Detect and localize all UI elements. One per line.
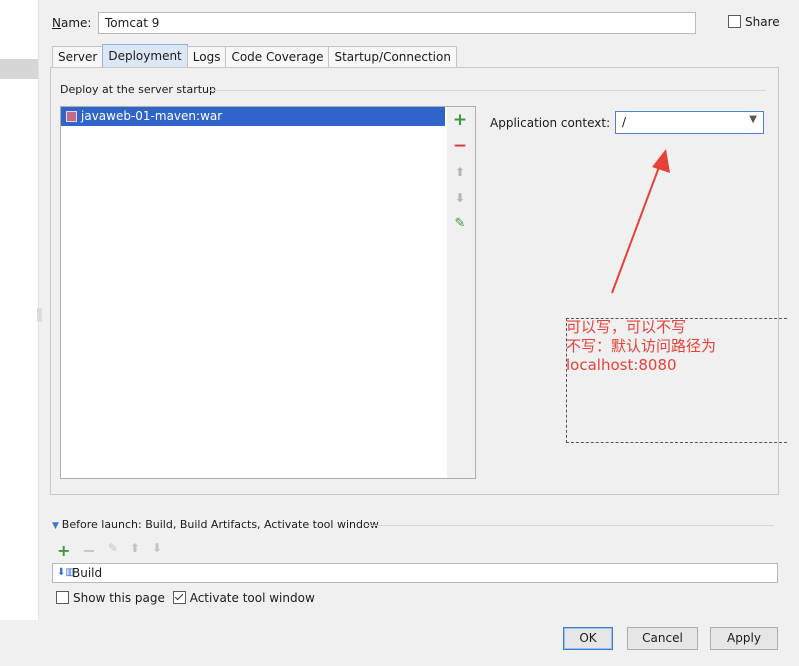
remove-icon[interactable]: − bbox=[82, 541, 95, 560]
ok-button[interactable]: OK bbox=[563, 627, 613, 650]
share-label: Share bbox=[745, 15, 780, 29]
tab-server[interactable]: Server bbox=[52, 46, 104, 67]
chevron-down-icon[interactable]: ▼ bbox=[749, 114, 757, 125]
tab-logs[interactable]: Logs bbox=[186, 46, 227, 67]
deploy-group-title: Deploy at the server startup bbox=[60, 83, 217, 96]
name-label: Name: bbox=[52, 16, 92, 30]
share-checkbox-box[interactable] bbox=[728, 15, 741, 28]
edit-icon[interactable]: ✎ bbox=[108, 541, 118, 560]
add-icon[interactable]: + bbox=[57, 541, 70, 560]
before-launch-list[interactable]: ⬇▥ Build bbox=[52, 563, 778, 583]
before-launch-header[interactable]: ▼ Before launch: Build, Build Artifacts,… bbox=[52, 518, 379, 531]
edit-icon[interactable]: ✎ bbox=[452, 216, 468, 232]
move-down-icon[interactable]: ⬇ bbox=[452, 190, 468, 206]
before-launch-divider bbox=[368, 525, 774, 526]
annotation-line-3: localhost:8080 bbox=[566, 356, 677, 374]
annotation-line-2: 不写：默认访问路径为 bbox=[566, 337, 717, 355]
annotation-arrow bbox=[611, 149, 670, 294]
deploy-group-divider bbox=[208, 90, 766, 91]
name-field-value: Tomcat 9 bbox=[105, 16, 160, 30]
tab-code-coverage[interactable]: Code Coverage bbox=[225, 46, 330, 67]
artifact-label: javaweb-01-maven:war bbox=[81, 109, 223, 123]
apply-button[interactable]: Apply bbox=[710, 627, 778, 650]
application-context-label: Application context: bbox=[490, 116, 611, 130]
annotation-text: 可以写，可以不写 不写：默认访问路径为 localhost:8080 bbox=[566, 318, 716, 375]
artifact-list-item[interactable]: javaweb-01-maven:war bbox=[61, 107, 445, 126]
artifact-toolbar: + − ⬆ ⬇ ✎ bbox=[447, 106, 476, 479]
artifact-icon bbox=[66, 111, 77, 122]
configurations-tree[interactable] bbox=[0, 0, 39, 620]
add-icon[interactable]: + bbox=[452, 112, 468, 129]
share-checkbox[interactable]: Share bbox=[728, 15, 780, 29]
splitter-handle[interactable] bbox=[37, 308, 42, 322]
before-launch-title: Before launch: Build, Build Artifacts, A… bbox=[61, 518, 379, 531]
cancel-button[interactable]: Cancel bbox=[627, 627, 698, 650]
application-context-combobox[interactable]: / ▼ bbox=[615, 111, 764, 134]
tab-bar: Server Deployment Logs Code Coverage Sta… bbox=[52, 44, 457, 68]
collapse-triangle-icon[interactable]: ▼ bbox=[52, 521, 62, 531]
tab-deployment[interactable]: Deployment bbox=[102, 44, 188, 67]
name-label-rest: ame: bbox=[60, 16, 92, 30]
move-up-icon[interactable]: ⬆ bbox=[452, 164, 468, 180]
show-page-label: Show this page bbox=[73, 591, 165, 605]
move-up-icon[interactable]: ⬆ bbox=[130, 541, 140, 560]
before-launch-item[interactable]: Build bbox=[72, 566, 102, 580]
before-launch-toolbar: + − ✎ ⬆ ⬇ bbox=[57, 541, 162, 560]
name-field[interactable]: Tomcat 9 bbox=[98, 12, 696, 34]
remove-icon[interactable]: − bbox=[452, 138, 468, 155]
activate-tool-window-label: Activate tool window bbox=[189, 591, 315, 605]
application-context-value: / bbox=[622, 115, 627, 129]
tab-startup-connection[interactable]: Startup/Connection bbox=[328, 46, 457, 67]
artifact-list[interactable] bbox=[60, 106, 448, 479]
move-down-icon[interactable]: ⬇ bbox=[152, 541, 162, 560]
show-page-checkbox[interactable] bbox=[56, 591, 69, 604]
annotation-line-1: 可以写，可以不写 bbox=[566, 318, 687, 336]
configurations-tree-selected-row[interactable] bbox=[0, 59, 38, 79]
activate-tool-window-checkbox[interactable] bbox=[172, 591, 186, 604]
before-launch-options: Show this page Activate tool window bbox=[56, 591, 319, 605]
